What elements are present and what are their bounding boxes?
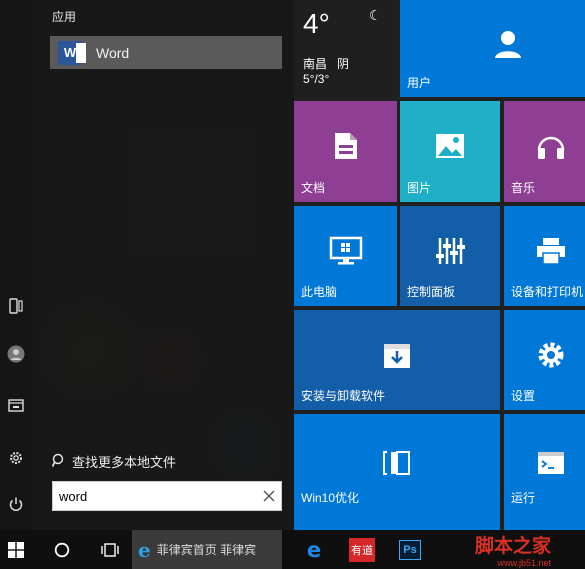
weather-tile[interactable]: 4° ☾ 南昌 阴 5°/3°: [294, 0, 397, 97]
search-icon: [51, 453, 66, 471]
taskbar: e 菲律宾首页 菲律宾 e 有道 Ps 脚本之家 www.jb51.net: [0, 530, 585, 569]
tile-music[interactable]: 音乐: [504, 101, 585, 202]
sliders-icon: [435, 237, 465, 265]
tablet-mode-icon[interactable]: [4, 294, 28, 318]
watermark-url: www.jb51.net: [497, 558, 551, 568]
find-more-local-files-link[interactable]: 查找更多本地文件: [51, 452, 177, 471]
search-results-panel: 应用 W Word 查找更多本地文件: [32, 0, 294, 530]
task-view-button[interactable]: [94, 530, 126, 569]
tile-run[interactable]: 运行: [504, 414, 585, 530]
install-icon: [383, 341, 411, 369]
start-search-box[interactable]: [52, 481, 282, 511]
gear-icon: [536, 340, 566, 370]
start-menu-screen: 应用 W Word 查找更多本地文件 4° ☾: [0, 0, 585, 569]
taskbar-app-youdao[interactable]: 有道: [345, 530, 379, 569]
weather-condition: 阴: [337, 57, 350, 71]
printer-icon: [536, 237, 566, 265]
tile-settings[interactable]: 设置: [504, 310, 585, 410]
user-avatar-icon[interactable]: [4, 342, 28, 366]
tile-control-panel[interactable]: 控制面板: [400, 206, 500, 306]
tile-documents-label: 文档: [301, 181, 326, 195]
app-result-word[interactable]: W Word: [50, 36, 282, 69]
word-icon: W: [58, 40, 86, 65]
watermark: 脚本之家 www.jb51.net: [444, 530, 582, 569]
tile-this-pc[interactable]: 此电脑: [294, 206, 397, 306]
optimize-icon: [382, 450, 412, 476]
cortana-circle-icon: [54, 542, 70, 557]
tile-pictures[interactable]: 图片: [400, 101, 500, 202]
tile-music-label: 音乐: [511, 181, 536, 195]
file-explorer-icon[interactable]: [4, 393, 28, 417]
tile-pictures-label: 图片: [407, 181, 432, 195]
find-more-local-files-label: 查找更多本地文件: [72, 455, 177, 470]
tile-documents[interactable]: 文档: [294, 101, 397, 202]
gear-icon[interactable]: [4, 446, 28, 470]
tile-install-uninstall[interactable]: 安装与卸载软件: [294, 310, 500, 410]
search-input[interactable]: [53, 482, 257, 510]
weather-temperature: 4°: [303, 8, 330, 39]
tile-devices-printers-label: 设备和打印机: [511, 285, 584, 299]
headphones-icon: [536, 132, 566, 160]
photoshop-icon: Ps: [399, 539, 421, 560]
weather-city: 南昌: [303, 57, 328, 71]
computer-icon: [329, 236, 363, 266]
run-icon: [537, 451, 565, 475]
cortana-button[interactable]: [46, 530, 78, 569]
tile-install-uninstall-label: 安装与卸载软件: [301, 389, 386, 403]
ie-window-title: 菲律宾首页 菲律宾: [156, 543, 257, 557]
tile-win10-optimize-label: Win10优化: [301, 491, 360, 505]
power-icon[interactable]: [4, 492, 28, 516]
start-button[interactable]: [0, 530, 32, 569]
section-header-apps: 应用: [52, 10, 77, 24]
tile-user[interactable]: 用户: [400, 0, 585, 97]
youdao-icon: 有道: [349, 537, 375, 562]
tile-grid: 4° ☾ 南昌 阴 5°/3° 用户 文档 图片 音乐 此电脑 控制面板 设备和…: [294, 0, 585, 530]
windows-logo-icon: [8, 541, 24, 558]
watermark-brand: 脚本之家: [474, 535, 551, 557]
app-result-label: Word: [96, 44, 130, 61]
tile-control-panel-label: 控制面板: [407, 285, 456, 299]
user-icon: [493, 29, 523, 59]
tile-devices-printers[interactable]: 设备和打印机: [504, 206, 585, 306]
document-icon: [334, 132, 358, 160]
taskbar-app-ie-window[interactable]: e 菲律宾首页 菲律宾: [132, 530, 282, 569]
tile-settings-label: 设置: [511, 389, 536, 403]
weather-range: 5°/3°: [303, 72, 330, 86]
weather-location: 南昌 阴: [303, 55, 349, 72]
moon-icon: ☾: [369, 7, 382, 23]
start-left-rail: [0, 0, 32, 530]
close-icon[interactable]: [257, 484, 281, 508]
taskbar-app-edge[interactable]: e: [297, 530, 331, 569]
taskbar-app-photoshop[interactable]: Ps: [393, 530, 427, 569]
task-view-icon: [101, 542, 119, 557]
ie-icon: e: [138, 537, 151, 562]
picture-icon: [435, 133, 465, 159]
tile-run-label: 运行: [511, 491, 536, 505]
tile-win10-optimize[interactable]: Win10优化: [294, 414, 500, 530]
edge-icon: e: [306, 537, 322, 562]
tile-this-pc-label: 此电脑: [301, 285, 338, 299]
tile-user-label: 用户: [407, 76, 432, 90]
